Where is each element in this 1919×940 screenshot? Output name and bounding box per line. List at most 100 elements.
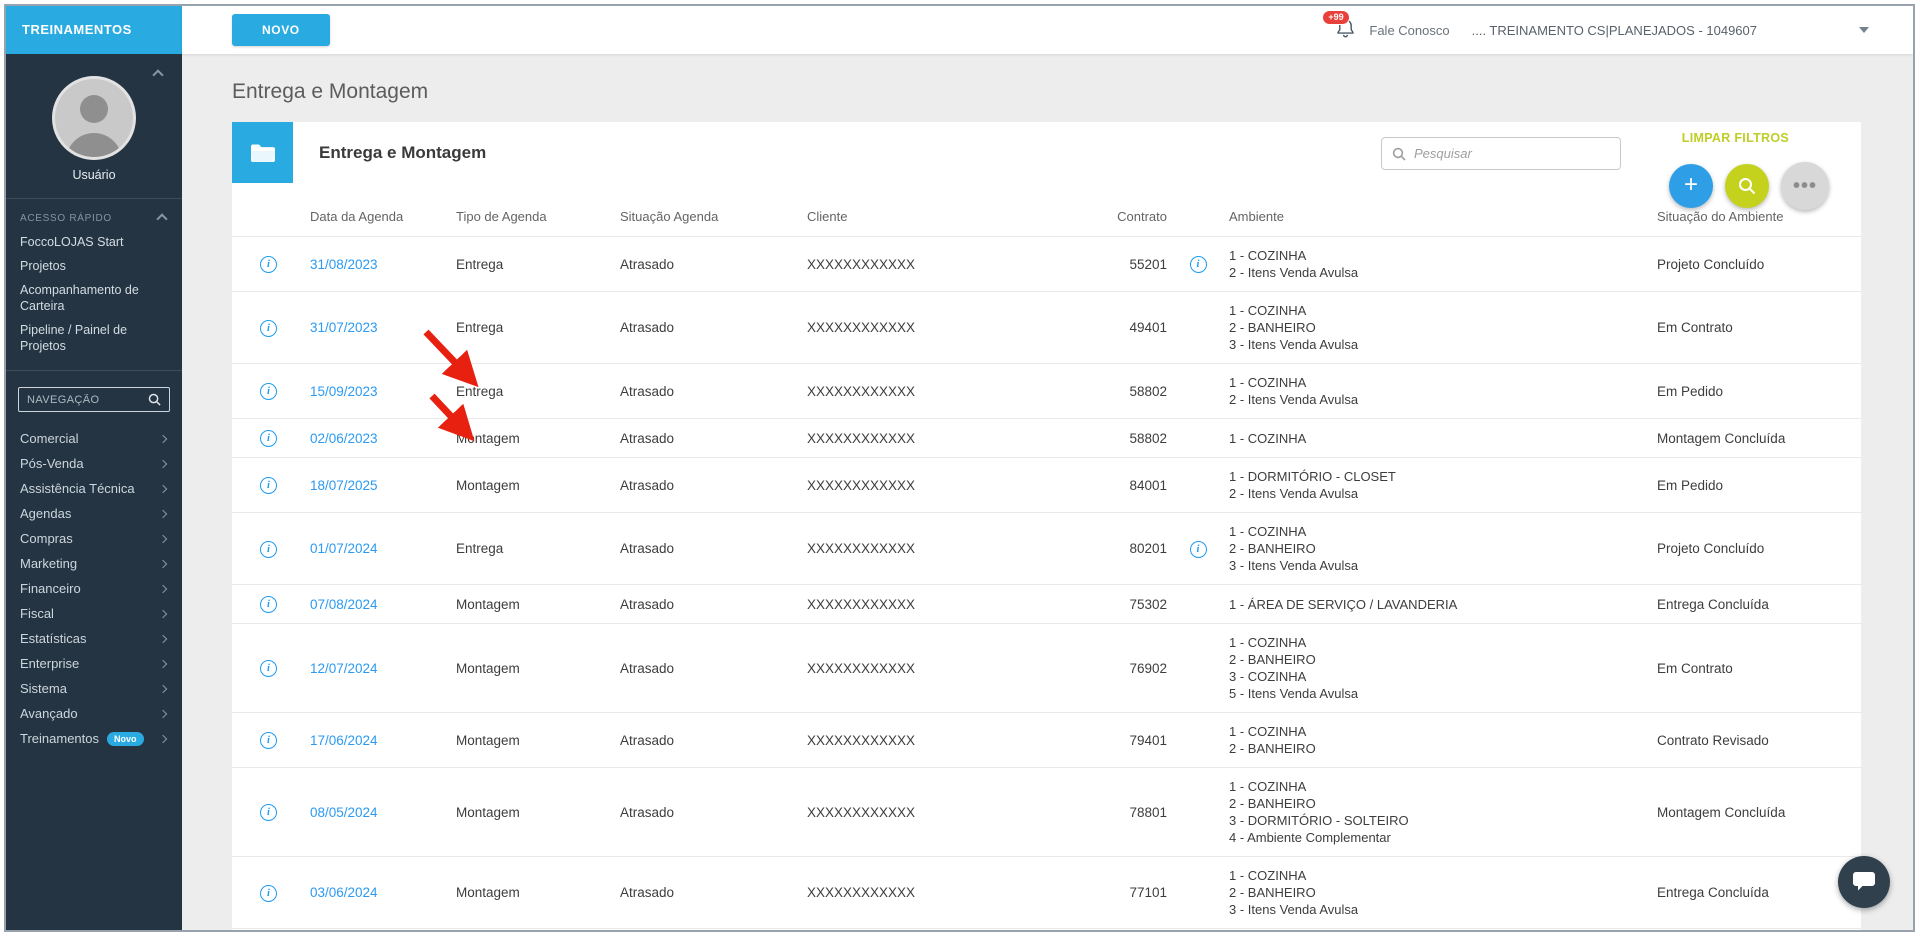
col-contrato: Contrato <box>1117 209 1167 224</box>
sidebar-item-compras[interactable]: Compras <box>6 526 182 551</box>
table-row[interactable]: i 18/07/2025 Montagem Atrasado XXXXXXXXX… <box>232 457 1861 513</box>
agenda-date-link[interactable]: 12/07/2024 <box>310 661 378 676</box>
chat-widget-button[interactable] <box>1838 856 1890 908</box>
row-info-icon[interactable]: i <box>260 804 277 821</box>
ambiente-line: 5 - Itens Venda Avulsa <box>1229 686 1359 701</box>
table-row[interactable]: i 03/06/2024 Montagem Atrasado XXXXXXXXX… <box>232 928 1861 930</box>
agenda-table: Data da Agenda Tipo de Agenda Situação A… <box>232 197 1861 930</box>
row-info-icon[interactable]: i <box>260 383 277 400</box>
agenda-date-link[interactable]: 03/06/2024 <box>310 885 378 900</box>
agenda-date-link[interactable]: 31/07/2023 <box>310 320 378 335</box>
agenda-date-link[interactable]: 31/08/2023 <box>310 257 378 272</box>
table-row[interactable]: i 02/06/2023 Montagem Atrasado XXXXXXXXX… <box>232 418 1861 458</box>
clear-filters-link[interactable]: LIMPAR FILTROS <box>1682 131 1789 145</box>
novo-button[interactable]: NOVO <box>232 14 330 46</box>
ambiente-line: 2 - BANHEIRO <box>1229 320 1316 335</box>
table-row[interactable]: i 03/06/2024 Montagem Atrasado XXXXXXXXX… <box>232 856 1861 929</box>
quick-access-item-acompanhamento-de-carteira[interactable]: Acompanhamento de Carteira <box>6 278 182 318</box>
cell-cliente: XXXXXXXXXXXX <box>799 928 1087 930</box>
sidebar-item-marketing[interactable]: Marketing <box>6 551 182 576</box>
sidebar-item-treinamentos[interactable]: Treinamentos Novo <box>6 726 182 751</box>
agenda-date-link[interactable]: 07/08/2024 <box>310 597 378 612</box>
sidebar-menu: Comercial Pós-Venda Assistência Técnica Age… <box>6 422 182 930</box>
table-row[interactable]: i 31/08/2023 Entrega Atrasado XXXXXXXXXX… <box>232 236 1861 292</box>
contract-info-icon[interactable]: i <box>1189 540 1207 558</box>
col-contrato-info <box>1175 197 1221 237</box>
nav-search-input[interactable] <box>27 393 142 406</box>
search-icon <box>148 393 161 406</box>
cell-contrato: 76902 <box>1087 623 1175 713</box>
table-search-box[interactable] <box>1381 137 1621 170</box>
chevron-up-icon <box>152 69 164 81</box>
row-info-icon[interactable]: i <box>260 660 277 677</box>
row-info-icon[interactable]: i <box>260 596 277 613</box>
row-info-icon[interactable]: i <box>260 732 277 749</box>
agenda-date-link[interactable]: 01/07/2024 <box>310 541 378 556</box>
sidebar-item-assistencia-tecnica[interactable]: Assistência Técnica <box>6 476 182 501</box>
table-search-input[interactable] <box>1414 146 1610 161</box>
account-selector-label[interactable]: .... TREINAMENTO CS|PLANEJADOS - 1049607 <box>1472 23 1757 38</box>
table-body: i 31/08/2023 Entrega Atrasado XXXXXXXXXX… <box>232 236 1861 930</box>
fale-conosco-link[interactable]: Fale Conosco <box>1369 23 1449 38</box>
cell-ambiente: 1 - COZINHA 2 - BANHEIRO 3 - Itens Venda A… <box>1221 512 1649 585</box>
sidebar-item-fiscal[interactable]: Fiscal <box>6 601 182 626</box>
add-button[interactable]: + <box>1669 164 1713 208</box>
table-row[interactable]: i 17/06/2024 Montagem Atrasado XXXXXXXXX… <box>232 712 1861 768</box>
quick-access-item-projetos[interactable]: Projetos <box>6 254 182 278</box>
row-info-icon[interactable]: i <box>260 540 277 558</box>
sidebar-item-pos-venda[interactable]: Pós-Venda <box>6 451 182 476</box>
row-info-icon[interactable]: i <box>260 256 277 273</box>
agenda-date-link[interactable]: 08/05/2024 <box>310 805 378 820</box>
quick-access-item-foccolojas-start[interactable]: FoccoLOJAS Start <box>6 230 182 254</box>
row-info-icon[interactable]: i <box>260 430 277 447</box>
notification-count-badge: +99 <box>1322 9 1350 25</box>
ambiente-line: 1 - COZINHA <box>1229 635 1307 650</box>
cell-situacao-agenda: Atrasado <box>612 623 799 713</box>
table-header-row: Data da Agenda Tipo de Agenda Situação A… <box>232 197 1861 237</box>
sidebar-item-avancado[interactable]: Avançado <box>6 701 182 726</box>
chevron-right-icon <box>158 684 168 693</box>
ambiente-line: 2 - Itens Venda Avulsa <box>1229 392 1359 407</box>
sidebar-item-estatisticas[interactable]: Estatísticas <box>6 626 182 651</box>
row-info-icon[interactable]: i <box>260 319 277 337</box>
col-tipo-agenda: Tipo de Agenda <box>456 209 547 224</box>
avatar-head-shape <box>80 95 108 123</box>
cell-cliente: XXXXXXXXXXXX <box>799 584 1087 624</box>
quick-access-item-pipeline-painel-de-projetos[interactable]: Pipeline / Painel de Projetos <box>6 318 182 358</box>
table-row[interactable]: i 15/09/2023 Entrega Atrasado XXXXXXXXXX… <box>232 363 1861 419</box>
sidebar-item-sistema[interactable]: Sistema <box>6 676 182 701</box>
caret-down-icon[interactable] <box>1859 27 1869 33</box>
table-row[interactable]: i 31/07/2023 Entrega Atrasado XXXXXXXXXX… <box>232 291 1861 364</box>
agenda-date-link[interactable]: 02/06/2023 <box>310 431 378 446</box>
menu-item-label: Sistema <box>20 681 67 696</box>
agenda-date-link[interactable]: 15/09/2023 <box>310 384 378 399</box>
ambiente-line: 2 - BANHEIRO <box>1229 885 1316 900</box>
search-icon <box>1392 147 1406 161</box>
notifications-button[interactable]: +99 <box>1322 9 1355 43</box>
agenda-date-link[interactable]: 18/07/2025 <box>310 478 378 493</box>
table-row[interactable]: i 08/05/2024 Montagem Atrasado XXXXXXXXX… <box>232 767 1861 857</box>
agenda-date-link[interactable]: 17/06/2024 <box>310 733 378 748</box>
sidebar-collapse-button[interactable] <box>150 62 166 88</box>
contract-info-icon[interactable]: i <box>1189 256 1207 273</box>
table-row[interactable]: i 07/08/2024 Montagem Atrasado XXXXXXXXX… <box>232 584 1861 624</box>
cell-cliente: XXXXXXXXXXXX <box>799 418 1087 458</box>
cell-situacao-agenda: Atrasado <box>612 712 799 768</box>
table-row[interactable]: i 01/07/2024 Entrega Atrasado XXXXXXXXXX… <box>232 512 1861 585</box>
sidebar-item-agendas[interactable]: Agendas <box>6 501 182 526</box>
user-label: Usuário <box>72 168 116 182</box>
row-info-icon[interactable]: i <box>260 884 277 902</box>
table-row[interactable]: i 12/07/2024 Montagem Atrasado XXXXXXXXX… <box>232 623 1861 713</box>
cell-cliente: XXXXXXXXXXXX <box>799 457 1087 513</box>
quick-access-header[interactable]: ACESSO RÁPIDO <box>6 203 182 230</box>
avatar[interactable] <box>52 76 136 160</box>
sidebar-item-financeiro[interactable]: Financeiro <box>6 576 182 601</box>
ambiente-line: 2 - BANHEIRO <box>1229 741 1316 756</box>
row-info-icon[interactable]: i <box>260 477 277 494</box>
more-options-button[interactable]: ••• <box>1781 162 1829 210</box>
nav-search-box[interactable] <box>18 387 170 412</box>
sidebar-item-comercial[interactable]: Comercial <box>6 426 182 451</box>
search-button[interactable] <box>1725 164 1769 208</box>
sidebar-item-enterprise[interactable]: Enterprise <box>6 651 182 676</box>
folder-icon-tile <box>232 122 293 183</box>
